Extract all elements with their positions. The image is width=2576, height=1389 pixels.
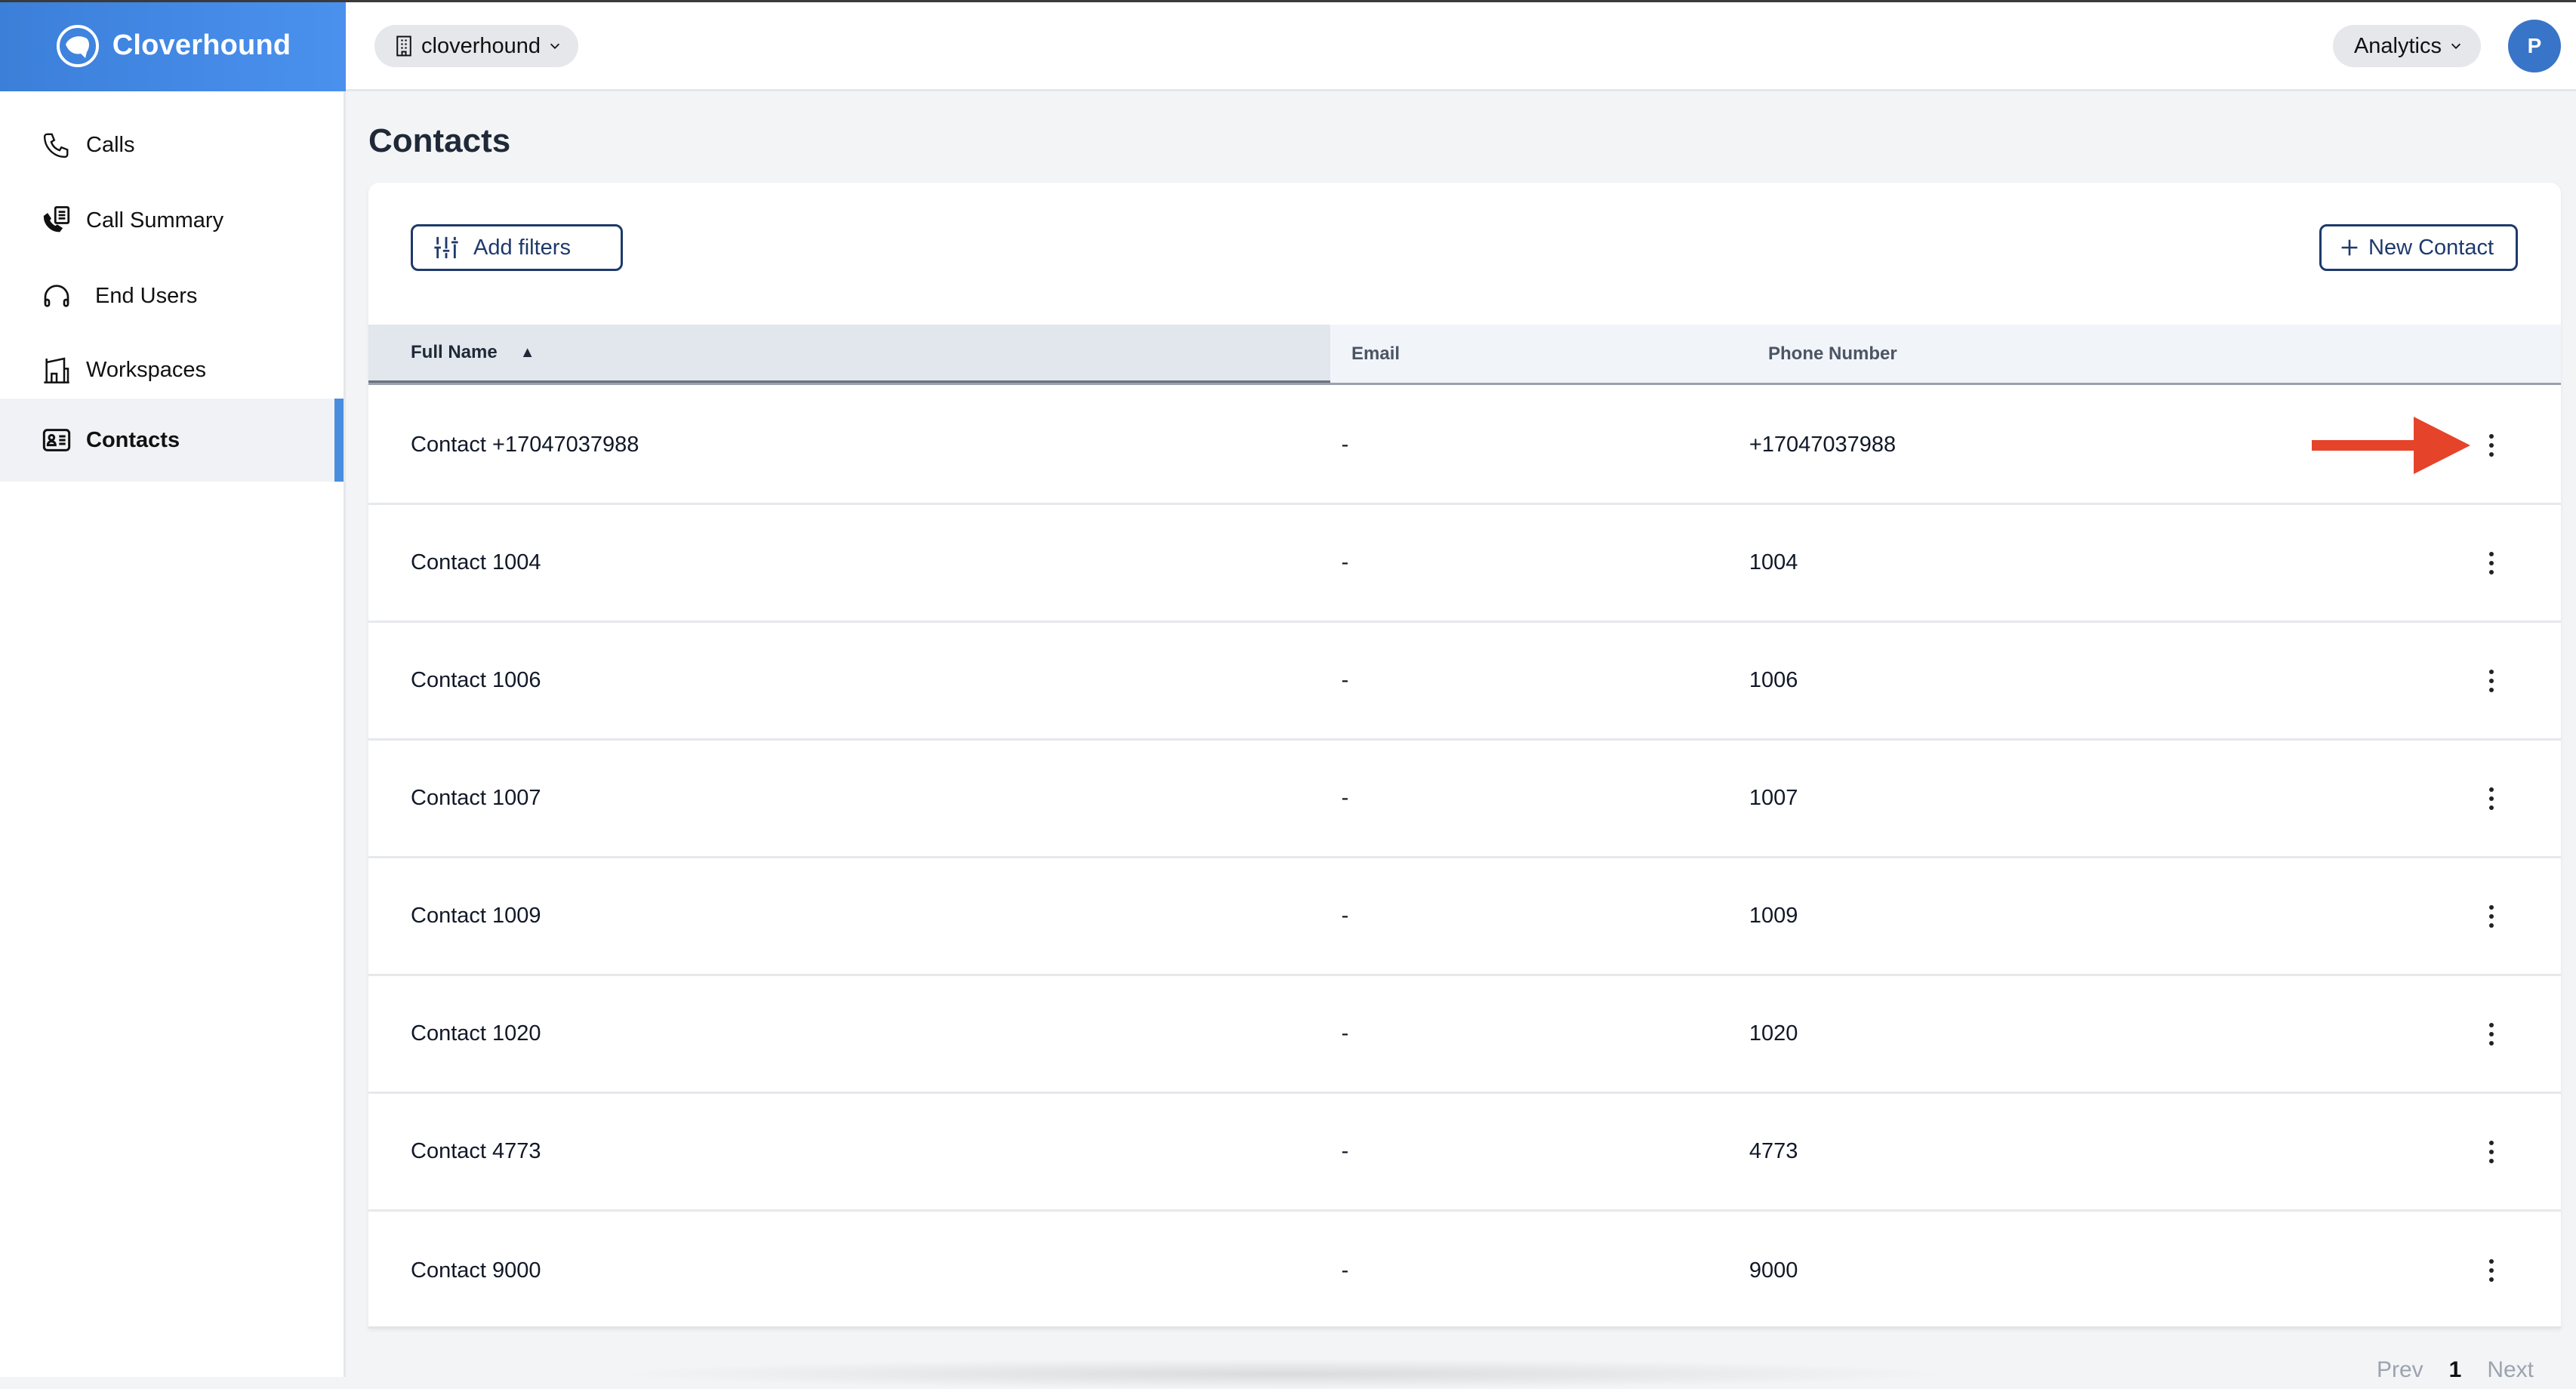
cell-full-name: Contact 1004 bbox=[411, 550, 541, 574]
scroll-shadow bbox=[604, 1359, 1963, 1389]
brand-logo-area[interactable]: Cloverhound bbox=[0, 0, 346, 91]
sidebar-item-label: Contacts bbox=[86, 427, 180, 452]
more-options-icon[interactable] bbox=[2484, 1019, 2499, 1049]
sidebar-item-calls[interactable]: Calls bbox=[0, 107, 344, 183]
more-options-icon[interactable] bbox=[2484, 1255, 2499, 1286]
more-options-icon[interactable] bbox=[2484, 548, 2499, 578]
cell-actions bbox=[2484, 1019, 2561, 1049]
cell-actions bbox=[2484, 901, 2561, 932]
sidebar-item-workspaces[interactable]: Workspaces bbox=[0, 332, 344, 408]
sidebar-item-call-summary[interactable]: Call Summary bbox=[0, 183, 344, 258]
sidebar-item-label: Workspaces bbox=[86, 357, 207, 382]
sliders-icon bbox=[434, 236, 458, 259]
column-header-full-name[interactable]: Full Name ▲ bbox=[368, 325, 1330, 383]
table-row[interactable]: Contact 4773 - 4773 bbox=[368, 1094, 2561, 1212]
org-selector-label: cloverhound bbox=[421, 33, 541, 58]
headphones-icon bbox=[41, 280, 72, 312]
sidebar-item-label: End Users bbox=[95, 283, 198, 308]
cell-full-name: Contact 1009 bbox=[411, 904, 541, 928]
cell-phone-number: 1009 bbox=[1749, 904, 1798, 928]
page-title: Contacts bbox=[368, 122, 511, 159]
cell-actions bbox=[2484, 666, 2561, 696]
table-row[interactable]: Contact 1007 - 1007 bbox=[368, 741, 2561, 858]
top-header: cloverhound Analytics P bbox=[346, 0, 2576, 91]
sidebar: Calls Call Summary End Users Workspaces … bbox=[0, 91, 346, 1377]
sidebar-item-label: Call Summary bbox=[86, 208, 224, 233]
window-top-border bbox=[0, 0, 2576, 2]
add-filters-button[interactable]: Add filters bbox=[411, 224, 623, 271]
cell-actions bbox=[2484, 430, 2561, 460]
new-contact-button[interactable]: New Contact bbox=[2319, 224, 2518, 271]
plus-icon bbox=[2341, 239, 2358, 256]
cloverhound-logo-icon bbox=[56, 24, 99, 67]
sort-ascending-icon[interactable]: ▲ bbox=[520, 344, 535, 362]
more-options-icon[interactable] bbox=[2484, 901, 2499, 932]
sidebar-item-contacts[interactable]: Contacts bbox=[0, 399, 344, 482]
table-body: Contact +17047037988- +17047037988 Contact… bbox=[368, 387, 2561, 1329]
table-row[interactable]: Contact 9000 - 9000 bbox=[368, 1212, 2561, 1329]
cell-email: - bbox=[1341, 904, 1349, 928]
table-row[interactable]: Contact 1004 - 1004 bbox=[368, 505, 2561, 623]
chevron-down-icon bbox=[550, 43, 560, 49]
chevron-down-icon bbox=[2451, 43, 2461, 49]
cell-email: - bbox=[1341, 1021, 1349, 1046]
phone-icon bbox=[41, 129, 72, 161]
current-page[interactable]: 1 bbox=[2449, 1357, 2462, 1383]
column-header-label: Email bbox=[1351, 343, 1400, 364]
brand-name: Cloverhound bbox=[112, 29, 291, 61]
building-icon bbox=[396, 35, 411, 57]
cell-full-name: Contact 1007 bbox=[411, 786, 541, 810]
org-selector[interactable]: cloverhound bbox=[374, 25, 578, 67]
sidebar-item-end-users[interactable]: End Users bbox=[0, 258, 344, 334]
more-options-icon[interactable] bbox=[2484, 430, 2499, 460]
table-header: Full Name ▲ Email Phone Number bbox=[368, 325, 2561, 385]
cell-actions bbox=[2484, 784, 2561, 814]
column-header-phone-number[interactable]: Phone Number bbox=[1752, 325, 2561, 383]
column-header-email[interactable]: Email bbox=[1330, 325, 1752, 383]
annotation-arrow-icon bbox=[2312, 417, 2470, 474]
table-row[interactable]: Contact 1006 - 1006 bbox=[368, 623, 2561, 741]
cell-full-name: Contact 4773 bbox=[411, 1139, 541, 1163]
add-filters-label: Add filters bbox=[473, 235, 571, 260]
cell-email: - bbox=[1341, 550, 1349, 574]
table-row[interactable]: Contact +17047037988- +17047037988 bbox=[368, 387, 2561, 505]
cell-phone-number: 9000 bbox=[1749, 1258, 1798, 1283]
new-contact-label: New Contact bbox=[2368, 235, 2494, 260]
cell-email: - bbox=[1341, 786, 1349, 810]
contacts-card: Add filters New Contact Full Name ▲ Emai… bbox=[368, 183, 2561, 1329]
cell-email: - bbox=[1341, 668, 1349, 692]
cell-actions bbox=[2484, 1255, 2561, 1286]
cell-email: - bbox=[1341, 433, 1349, 457]
sidebar-item-label: Calls bbox=[86, 132, 135, 157]
cell-phone-number: 1004 bbox=[1749, 550, 1798, 574]
app-menu-analytics[interactable]: Analytics bbox=[2332, 25, 2481, 67]
pagination: Prev 1 Next bbox=[2377, 1357, 2534, 1383]
cell-actions bbox=[2484, 1137, 2561, 1167]
workspaces-icon bbox=[41, 354, 72, 386]
more-options-icon[interactable] bbox=[2484, 1137, 2499, 1167]
table-row[interactable]: Contact 1009 - 1009 bbox=[368, 858, 2561, 976]
cell-phone-number: 1020 bbox=[1749, 1021, 1798, 1046]
cell-phone-number: 4773 bbox=[1749, 1139, 1798, 1163]
cell-full-name: Contact 1020 bbox=[411, 1021, 541, 1046]
table-row[interactable]: Contact 1020 - 1020 bbox=[368, 976, 2561, 1094]
cell-full-name: Contact +17047037988 bbox=[411, 433, 639, 457]
prev-page-button[interactable]: Prev bbox=[2377, 1357, 2423, 1383]
more-options-icon[interactable] bbox=[2484, 784, 2499, 814]
cell-phone-number: 1006 bbox=[1749, 668, 1798, 692]
cell-email: - bbox=[1341, 1139, 1349, 1163]
app-menu-label: Analytics bbox=[2353, 33, 2442, 58]
call-summary-icon bbox=[41, 205, 72, 236]
column-header-label: Phone Number bbox=[1768, 343, 1897, 364]
cell-full-name: Contact 9000 bbox=[411, 1258, 541, 1283]
user-avatar[interactable]: P bbox=[2508, 20, 2561, 72]
cell-full-name: Contact 1006 bbox=[411, 668, 541, 692]
contact-card-icon bbox=[41, 424, 72, 456]
cell-email: - bbox=[1341, 1258, 1349, 1283]
cell-phone-number: 1007 bbox=[1749, 786, 1798, 810]
cell-actions bbox=[2484, 548, 2561, 578]
column-header-label: Full Name bbox=[411, 342, 498, 362]
next-page-button[interactable]: Next bbox=[2487, 1357, 2534, 1383]
more-options-icon[interactable] bbox=[2484, 666, 2499, 696]
